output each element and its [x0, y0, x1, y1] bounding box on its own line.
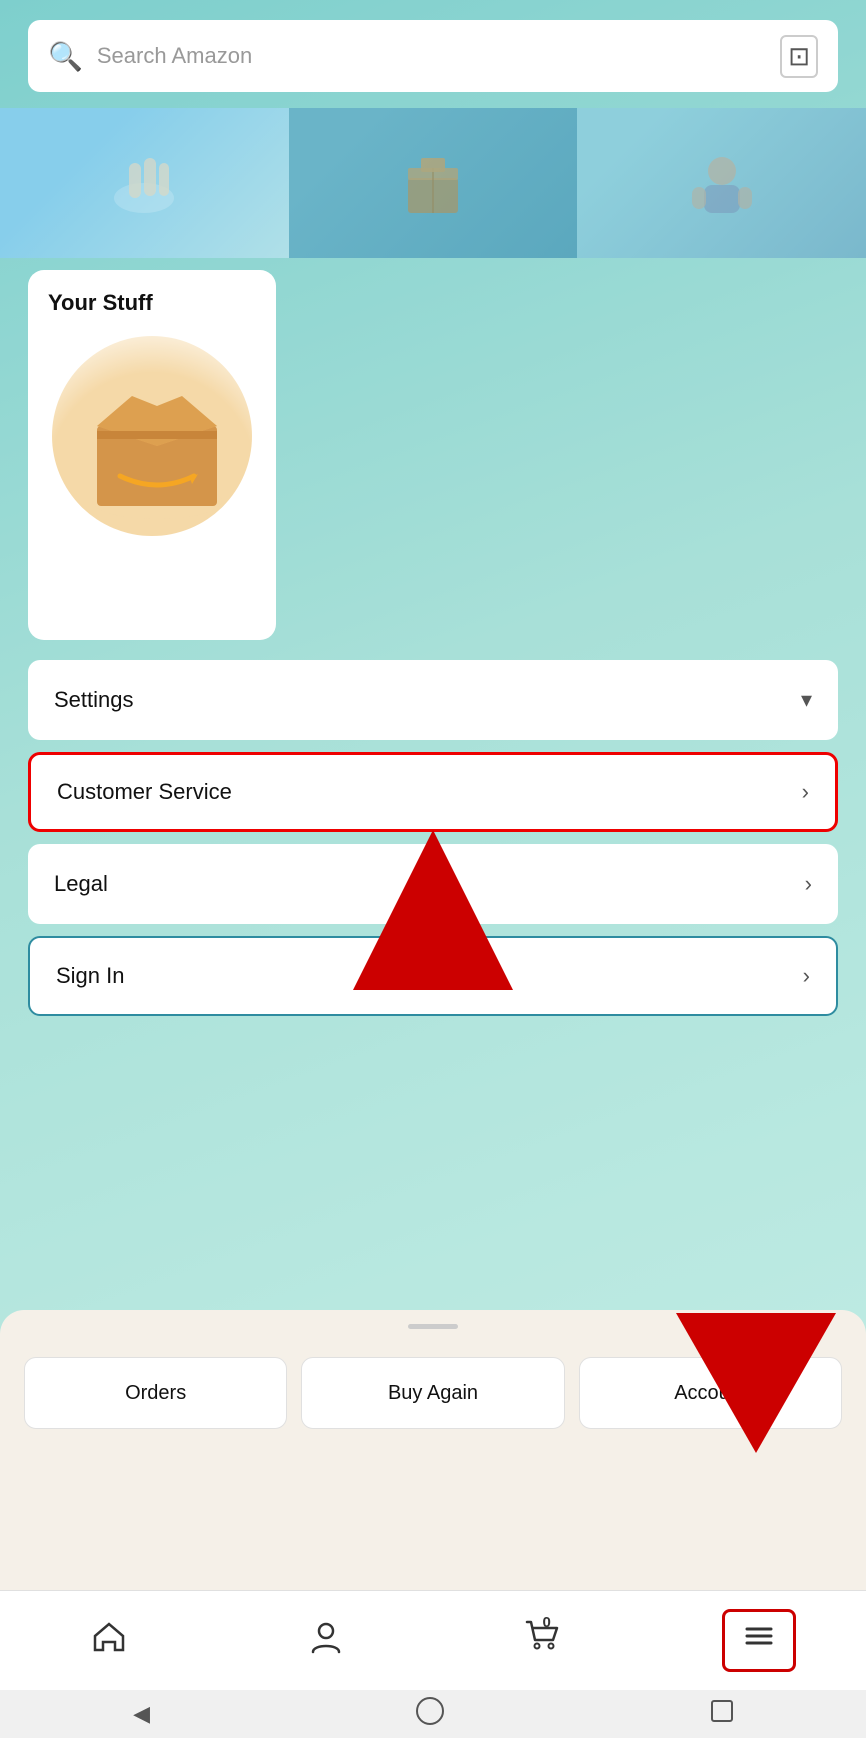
red-arrow-down [676, 1303, 836, 1468]
sign-in-label: Sign In [56, 963, 125, 989]
android-nav: ◀ [0, 1690, 866, 1738]
android-recent[interactable] [711, 1700, 733, 1728]
cart-icon: 0 [525, 1618, 561, 1663]
search-input[interactable]: Search Amazon [97, 43, 766, 69]
nav-menu[interactable] [722, 1609, 796, 1672]
camera-icon[interactable]: ⊡ [780, 35, 818, 78]
box-illustration [62, 346, 242, 526]
android-recent-square [711, 1700, 733, 1722]
android-home-circle [416, 1697, 444, 1725]
home-icon [91, 1618, 127, 1663]
image-person [577, 108, 866, 258]
settings-label: Settings [54, 687, 134, 713]
image-strip [0, 108, 866, 258]
search-bar[interactable]: 🔍 Search Amazon ⊡ [28, 20, 838, 92]
cart-badge: 0 [543, 1614, 551, 1631]
nav-home[interactable] [71, 1610, 147, 1671]
search-icon: 🔍 [48, 40, 83, 73]
your-stuff-title: Your Stuff [48, 290, 153, 316]
menu-item-settings[interactable]: Settings ▾ [28, 660, 838, 740]
buy-again-button[interactable]: Buy Again [301, 1357, 564, 1429]
bottom-nav: 0 [0, 1590, 866, 1690]
image-box [289, 108, 578, 258]
customer-service-chevron: › [802, 779, 809, 805]
menu-icon [741, 1618, 777, 1663]
nav-account[interactable] [288, 1610, 364, 1671]
legal-label: Legal [54, 871, 108, 897]
customer-service-label: Customer Service [57, 779, 232, 805]
nav-cart[interactable]: 0 [505, 1610, 581, 1671]
image-hands [0, 108, 289, 258]
android-back[interactable]: ◀ [133, 1701, 150, 1727]
red-arrow-up [343, 820, 523, 1005]
legal-chevron: › [805, 871, 812, 897]
android-home[interactable] [416, 1697, 444, 1731]
sign-in-chevron: › [803, 963, 810, 989]
orders-button[interactable]: Orders [24, 1357, 287, 1429]
person-icon [308, 1618, 344, 1663]
your-stuff-card[interactable]: Your Stuff [28, 270, 276, 640]
settings-chevron: ▾ [801, 687, 812, 713]
